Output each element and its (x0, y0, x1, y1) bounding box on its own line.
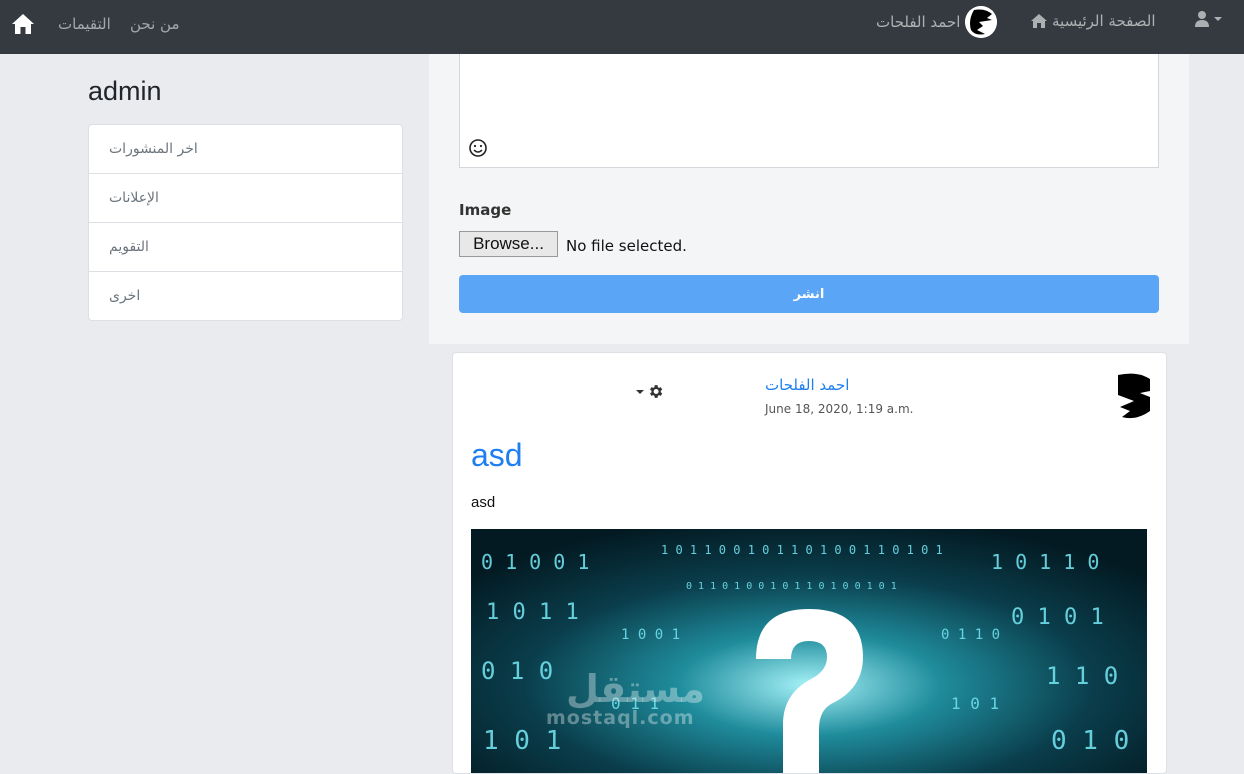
sidebar-item-label: اخر المنشورات (109, 141, 198, 157)
sidebar-menu: اخر المنشورات الإعلانات التقويم اخرى (88, 124, 403, 321)
sidebar-item-label: اخرى (109, 288, 141, 304)
post-settings-dropdown[interactable] (636, 383, 664, 400)
post-date: June 18, 2020, 1:19 a.m. (765, 402, 914, 416)
caret-down-icon (636, 389, 644, 394)
image-label: Image (459, 201, 512, 219)
post-title[interactable]: asd (471, 437, 523, 474)
watermark-logo: مستقل (566, 667, 705, 711)
nav-home-link[interactable]: الصفحة الرئيسية (1030, 12, 1156, 30)
post-textarea[interactable] (459, 54, 1159, 168)
user-icon (1195, 11, 1209, 27)
sidebar-item-other[interactable]: اخرى (89, 272, 402, 320)
watermark-text: mostaql.com (546, 707, 695, 729)
svg-text:0 1 0: 0 1 0 (1051, 726, 1129, 756)
svg-text:1 1 0: 1 1 0 (1046, 662, 1118, 690)
sidebar-title: admin (88, 76, 162, 106)
svg-text:1 0 1 1 0 0 1 0 1 1 0 1 0 0 1: 1 0 1 1 0 0 1 0 1 1 0 1 0 0 1 1 0 1 0 1 (661, 543, 943, 557)
gear-icon (650, 385, 663, 398)
nav-home-label: الصفحة الرئيسية (1052, 12, 1156, 30)
post-author-link[interactable]: احمد الفلحات (765, 376, 849, 394)
compose-panel: Image Browse... No file selected. انشر (429, 54, 1189, 344)
account-dropdown[interactable] (1194, 10, 1222, 28)
sidebar-item-announcements[interactable]: الإعلانات (89, 174, 402, 223)
svg-text:1 0 1 1: 1 0 1 1 (486, 600, 579, 625)
avatar (965, 6, 998, 38)
nav-user-name: احمد الفلحات (876, 13, 961, 31)
binary-tunnel-image: 0 1 0 0 1 1 0 1 1 0 1 0 1 0 1 1 0 1 1 0 … (471, 529, 1147, 773)
svg-text:0 1 0 1: 0 1 0 1 (1011, 605, 1104, 630)
post-card: احمد الفلحات June 18, 2020, 1:19 a.m. as… (452, 352, 1167, 774)
svg-text:1 0 0 1: 1 0 0 1 (621, 627, 680, 643)
browse-button[interactable]: Browse... (459, 231, 558, 257)
svg-text:0 1 1 0: 0 1 1 0 (941, 627, 1000, 643)
post-body: asd (471, 494, 496, 511)
svg-text:0 1 1 0 1 0 0 1 0 1 1 0 1 0 0: 0 1 1 0 1 0 0 1 0 1 1 0 1 0 0 1 0 1 (686, 581, 897, 592)
sidebar-item-calendar[interactable]: التقويم (89, 223, 402, 272)
sidebar-item-label: التقويم (109, 239, 149, 255)
nav-link-about[interactable]: من نحن (130, 14, 180, 34)
sidebar-item-label: الإعلانات (109, 190, 159, 206)
publish-button[interactable]: انشر (459, 275, 1159, 313)
svg-text:0 1 0 0 1: 0 1 0 0 1 (481, 550, 589, 574)
avatar (1114, 371, 1150, 421)
file-status: No file selected. (566, 237, 687, 255)
home-icon[interactable] (10, 11, 36, 37)
caret-down-icon (1214, 17, 1222, 21)
home-icon (1031, 14, 1047, 28)
svg-text:1 0 1: 1 0 1 (951, 694, 999, 713)
svg-text:1 0 1: 1 0 1 (483, 726, 561, 756)
sidebar-item-latest-posts[interactable]: اخر المنشورات (89, 125, 402, 174)
nav-user[interactable]: احمد الفلحات (876, 6, 998, 38)
svg-text:1 0 1 1 0: 1 0 1 1 0 (991, 550, 1099, 574)
svg-text:0 1 0: 0 1 0 (481, 657, 553, 685)
navbar: التقيمات من نحن احمد الفلحات الصفحة الرئ… (0, 0, 1244, 54)
nav-link-ratings[interactable]: التقيمات (58, 14, 111, 34)
post-image: 0 1 0 0 1 1 0 1 1 0 1 0 1 0 1 1 0 1 1 0 … (471, 529, 1147, 773)
emoji-icon[interactable] (468, 138, 488, 158)
